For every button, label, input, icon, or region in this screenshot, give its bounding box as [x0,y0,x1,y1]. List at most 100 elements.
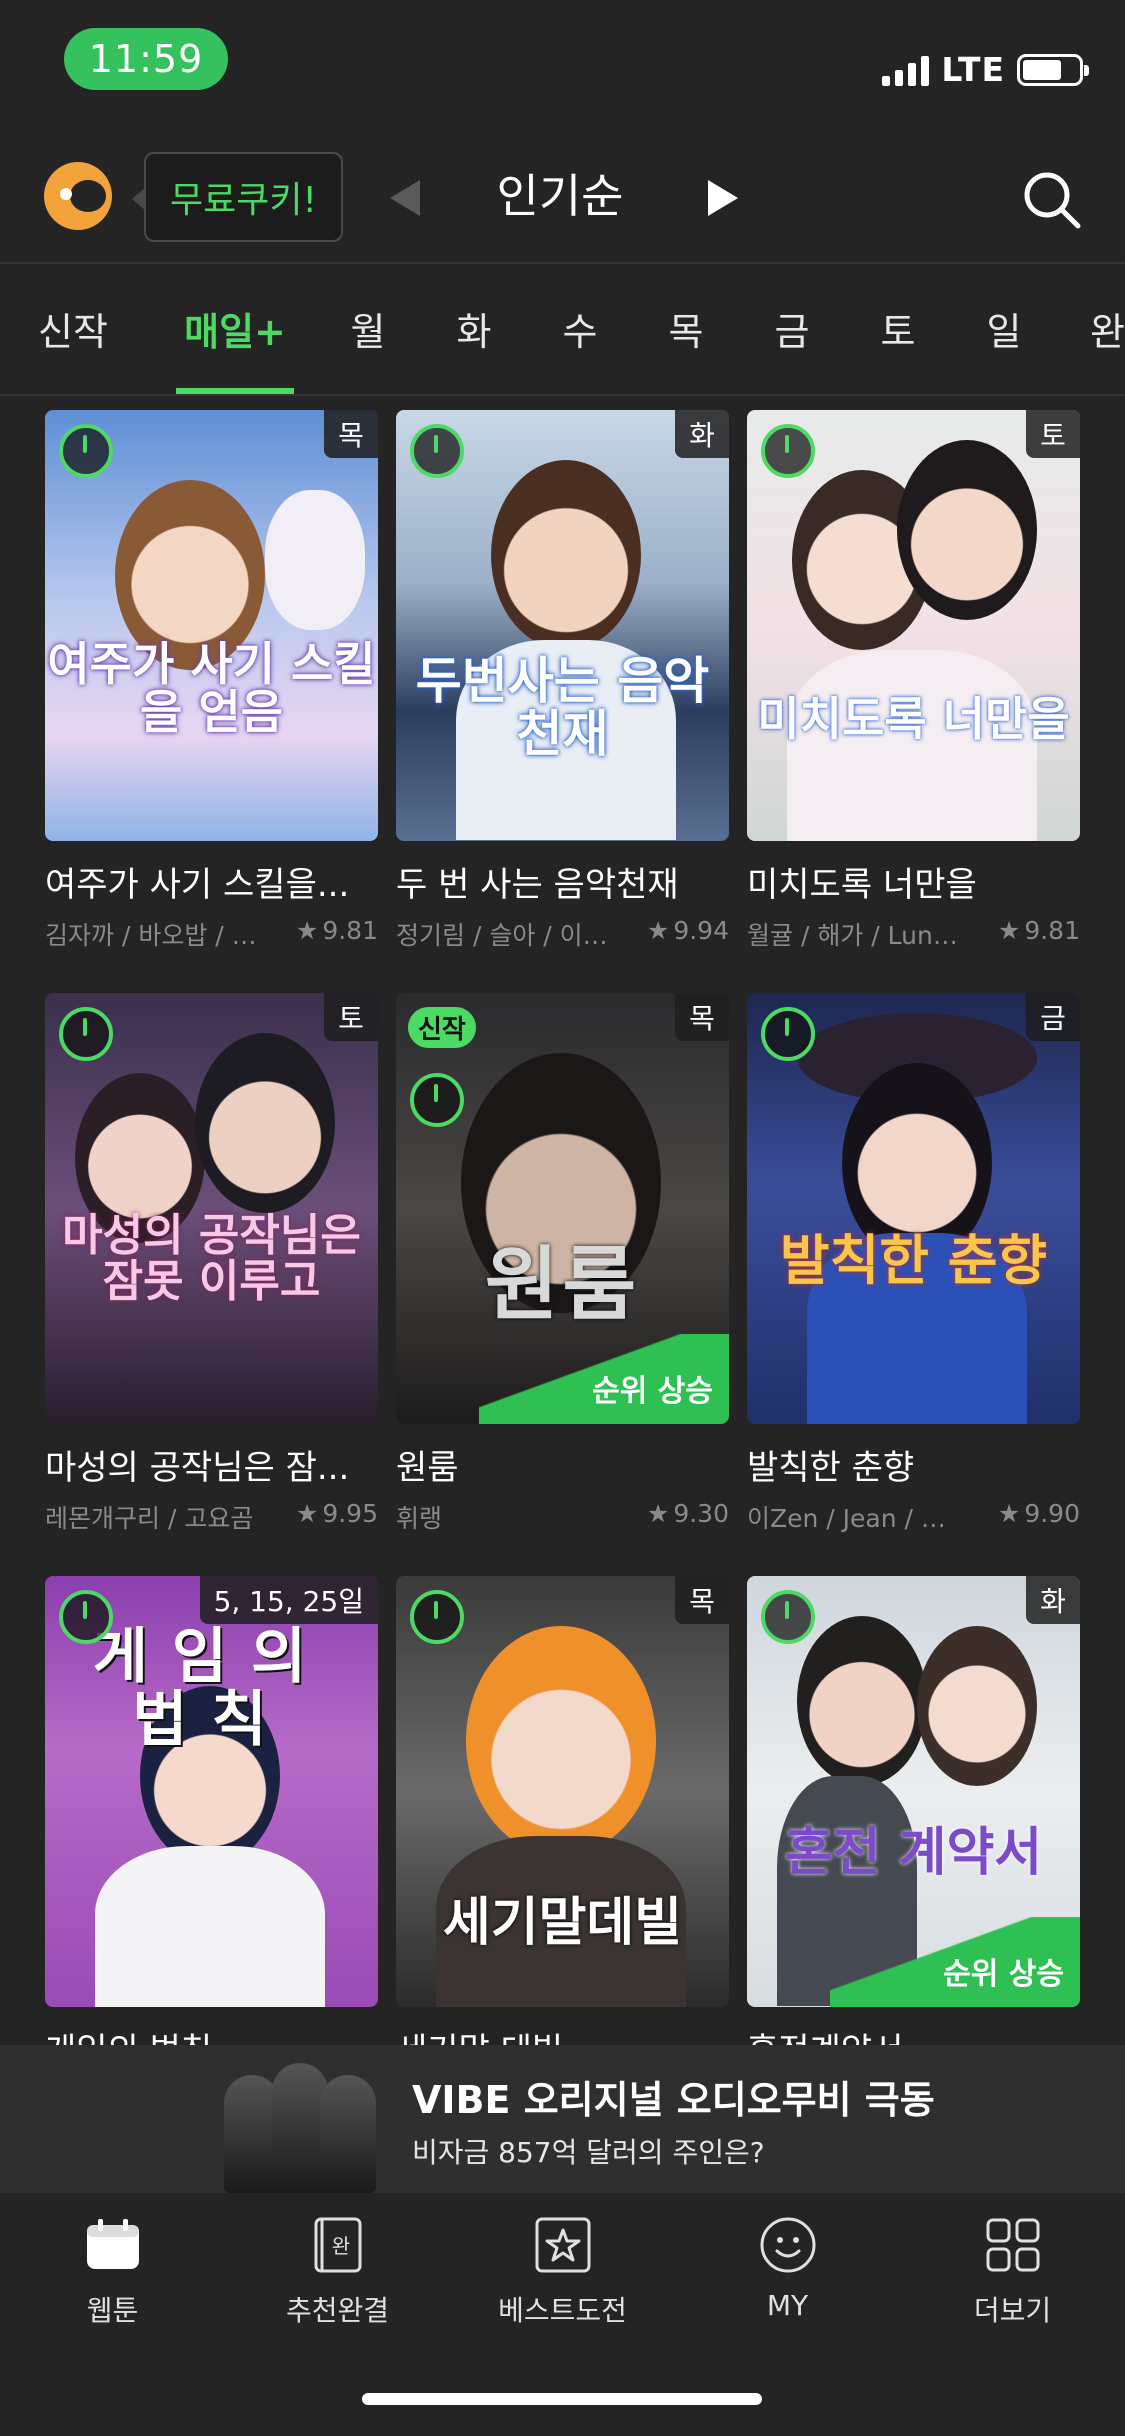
tab-daily-plus[interactable]: 매일+ [176,262,294,394]
cover-title: 여주가 사기 스킬을 얻음 [47,637,376,740]
promo-headline: VIBE 오리지널 오디오무비 극동 [412,2078,935,2122]
comic-thumbnail[interactable]: 원룸 신작 목 순위 상승 [396,993,729,1424]
comic-card[interactable]: 여주가 사기 스킬을 얻음 목 여주가 사기 스킬을... 김자까 / 바오밥 … [45,410,378,952]
app-header: 무료쿠키! 인기순 [0,140,1125,260]
star-box-icon [535,2217,590,2273]
battery-icon [1017,53,1089,86]
nav-best-challenge[interactable]: 베스트도전 [450,2215,675,2329]
home-indicator[interactable] [362,2393,762,2405]
comic-card[interactable]: 두번사는 음악천재 화 두 번 사는 음악천재 정기림 / 슬아 / 이한이 9.… [396,410,729,952]
wait-free-timer-icon [59,1590,113,1644]
sort-prev-arrow-icon[interactable] [390,180,420,216]
comic-title[interactable]: 발칙한 춘향 [747,1440,1080,1489]
comic-card[interactable]: 미치도록 너만을 토 미치도록 너만을 월귤 / 해가 / Lunar... 9.… [747,410,1080,952]
promo-banner-image [220,2059,380,2193]
comic-thumbnail[interactable]: 발칙한 춘향 금 [747,993,1080,1424]
wait-free-timer-icon [59,424,113,478]
comic-title[interactable]: 미치도록 너만을 [747,857,1080,906]
comic-card[interactable]: 혼전 계약서 화 순위 상승 혼전계약서 [747,1576,1080,2072]
nav-recommended-completed[interactable]: 완 추천완결 [225,2215,450,2329]
comic-authors: 정기림 / 슬아 / 이한이 [396,921,616,950]
nav-label: 추천완결 [285,2294,390,2327]
comic-thumbnail[interactable]: 여주가 사기 스킬을 얻음 목 [45,410,378,841]
comic-authors: 월귤 / 해가 / Lunar... [747,921,967,950]
comic-authors: 레몬개구리 / 고요곰 [45,1504,254,1533]
svg-text:완: 완 [331,2234,349,2258]
book-complete-icon: 완 [314,2217,361,2273]
comic-title[interactable]: 원룸 [396,1440,729,1489]
nav-label: 웹툰 [86,2294,139,2327]
comic-thumbnail[interactable]: 마성의 공작님은 잠못 이루고 토 [45,993,378,1424]
nav-more[interactable]: 더보기 [900,2215,1125,2329]
nav-label: 베스트도전 [498,2294,627,2327]
rank-up-badge: 순위 상승 [830,1917,1080,2007]
comic-thumbnail[interactable]: 세기말데빌 목 [396,1576,729,2007]
promo-banner[interactable]: VIBE 오리지널 오디오무비 극동 비자금 857억 달러의 주인은? [0,2045,1125,2193]
day-badge: 목 [675,1576,729,1624]
comic-rating: 9.81 [296,916,378,952]
comic-card[interactable]: 마성의 공작님은 잠못 이루고 토 마성의 공작님은 잠... 레몬개구리 / … [45,993,378,1535]
smiley-icon [760,2217,815,2273]
comic-title[interactable]: 여주가 사기 스킬을... [45,857,378,906]
nav-label: 더보기 [973,2294,1052,2327]
cellular-signal-icon [882,54,930,86]
cookie-logo-icon[interactable] [44,162,112,230]
comic-title[interactable]: 두 번 사는 음악천재 [396,857,729,906]
comic-authors: 휘랭 [396,1504,443,1533]
tab-sat[interactable]: 토 [868,262,928,394]
day-badge: 화 [675,410,729,458]
comic-thumbnail[interactable]: 미치도록 너만을 토 [747,410,1080,841]
sort-order-label[interactable]: 인기순 [480,160,640,226]
nav-label: MY [766,2289,809,2322]
comic-card[interactable]: 발칙한 춘향 금 발칙한 춘향 이Zen / Jean / 금... 9.90 [747,993,1080,1535]
nav-webtoon[interactable]: 웹툰 [0,2215,225,2329]
comic-rating: 9.94 [647,916,729,952]
cover-title: 세기말데빌 [442,1893,683,1953]
tab-tue[interactable]: 화 [444,262,504,394]
wait-free-timer-icon [59,1007,113,1061]
wait-free-timer-icon [410,424,464,478]
tab-thu[interactable]: 목 [656,262,716,394]
comic-card[interactable]: 원룸 신작 목 순위 상승 원룸 휘랭 9.30 [396,993,729,1535]
calendar-icon [86,2219,139,2269]
wait-free-timer-icon [761,1007,815,1061]
comic-card[interactable]: 게임의 법칙 5, 15, 25일 게임의 법칙 [45,1576,378,2072]
cover-title: 원룸 [484,1238,641,1331]
wait-free-timer-icon [410,1590,464,1644]
status-bar: 11:59 LTE [0,0,1125,130]
tab-completed[interactable]: 완결 [1090,262,1125,394]
day-badge: 금 [1026,993,1080,1041]
tab-mon[interactable]: 월 [338,262,398,394]
cover-title: 마성의 공작님은 잠못 이루고 [62,1210,361,1308]
nav-my[interactable]: MY [675,2215,900,2322]
wait-free-timer-icon [410,1073,464,1127]
tab-wed[interactable]: 수 [550,262,610,394]
comic-rating: 9.90 [998,1499,1080,1535]
new-series-badge: 신작 [408,1007,476,1048]
day-badge: 5, 15, 25일 [199,1576,378,1624]
cover-title: 혼전 계약서 [784,1823,1043,1883]
free-cookie-button[interactable]: 무료쿠키! [132,152,343,242]
weekday-tabs: 신작 매일+ 월 화 수 목 금 토 일 완결 [0,262,1125,394]
cover-title: 게임의 법칙 [92,1622,331,1755]
comic-thumbnail[interactable]: 게임의 법칙 5, 15, 25일 [45,1576,378,2007]
sort-next-arrow-icon[interactable] [708,180,738,216]
wait-free-timer-icon [761,424,815,478]
promo-subline: 비자금 857억 달러의 주인은? [412,2136,765,2169]
comic-rating: 9.30 [647,1499,729,1535]
search-icon[interactable] [1020,168,1084,232]
comic-title[interactable]: 마성의 공작님은 잠... [45,1440,378,1489]
day-badge: 토 [324,993,378,1041]
network-type: LTE [941,50,1005,89]
comic-thumbnail[interactable]: 두번사는 음악천재 화 [396,410,729,841]
grid-icon [986,2218,1039,2272]
tab-sun[interactable]: 일 [974,262,1034,394]
comic-card[interactable]: 세기말데빌 목 세기말 데빌 [396,1576,729,2072]
comic-rating: 9.81 [998,916,1080,952]
comic-authors: 이Zen / Jean / 금... [747,1504,967,1533]
comic-thumbnail[interactable]: 혼전 계약서 화 순위 상승 [747,1576,1080,2007]
status-time: 11:59 [64,28,228,90]
tab-new[interactable]: 신작 [28,262,118,394]
tab-fri[interactable]: 금 [762,262,822,394]
tabs-divider [0,394,1125,396]
